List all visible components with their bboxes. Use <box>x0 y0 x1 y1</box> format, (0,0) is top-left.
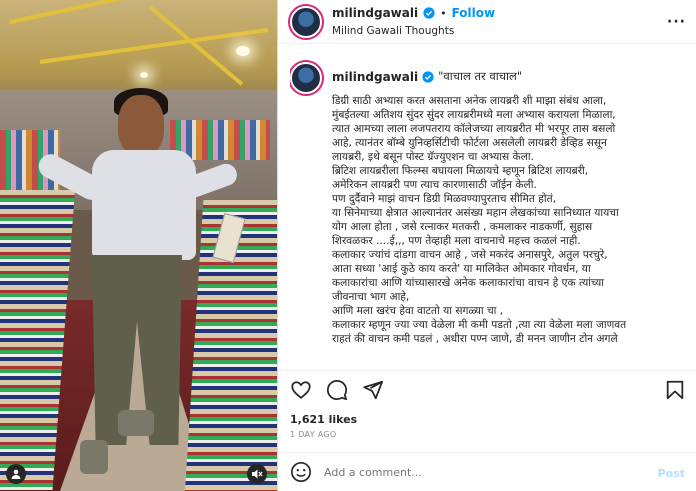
user-tag-button[interactable] <box>6 464 26 484</box>
post-comment-button[interactable]: Post <box>658 467 685 480</box>
author-username[interactable]: milindgawali <box>332 6 418 20</box>
caption-line: आहे, त्यानंतर बॉम्बे युनिव्हर्सिटीची फोर… <box>332 137 607 149</box>
post-media[interactable] <box>0 0 277 491</box>
post-timestamp[interactable]: 1 DAY AGO <box>290 430 336 439</box>
caption-line: शिरवळकर ....ई,,, पण तेव्हाही मला वाचनाचे… <box>332 235 581 247</box>
photo-person-head <box>118 95 164 155</box>
caption-line: डिग्री साठी अभ्यास करत असताना अनेक लायब्… <box>332 95 607 107</box>
caption-line: अमेरिकन लायब्ररी पण त्याच कारणासाठी जॉईन… <box>332 179 537 191</box>
comment-input[interactable] <box>324 465 644 479</box>
caption-line: कलाकार ज्यांचं दांडगा वाचन आहे , जसे मकर… <box>332 249 608 261</box>
caption-line: लायब्ररी, इथे बसून पोस्ट ग्रॅज्युएशन चा … <box>332 151 534 163</box>
bookmark-icon[interactable] <box>664 379 686 401</box>
caption-line: आता सध्या 'आई कुठे काय करते' या मालिकेत … <box>332 263 591 275</box>
photo-person-shoe <box>118 410 154 436</box>
verified-badge-icon <box>422 70 434 83</box>
post-actions <box>278 370 696 406</box>
photo-person-shoe <box>80 440 108 474</box>
author-avatar[interactable] <box>288 4 324 40</box>
emoji-icon[interactable] <box>290 461 312 483</box>
user-tag-icon <box>11 469 21 479</box>
likes-count[interactable]: 1,621 likes <box>290 413 357 426</box>
header-row: milindgawali • Follow <box>332 6 495 20</box>
comment-bar: Post <box>278 452 696 491</box>
author-subtitle[interactable]: Milind Gawali Thoughts <box>332 25 495 37</box>
mute-button[interactable] <box>247 464 267 484</box>
caption-line: मुंबईतल्या अतिशय सुंदर सुंदर लायब्ररीमध्… <box>332 109 616 121</box>
heart-icon[interactable] <box>290 379 312 401</box>
follow-button[interactable]: Follow <box>452 6 496 20</box>
more-icon[interactable]: ··· <box>667 14 686 30</box>
caption-line: पण दुर्दैवाने माझं वाचन डिग्री मिळवण्याप… <box>332 193 557 205</box>
caption-line: कलाकार म्हणून ज्या ज्या वेळेला मी कमी पड… <box>332 319 627 331</box>
caption-line: या सिनेमाच्या क्षेत्रात आल्यानंतर असंख्य… <box>332 207 619 219</box>
caption-username[interactable]: milindgawali <box>332 70 418 84</box>
caption-author-avatar[interactable] <box>290 60 324 96</box>
send-icon[interactable] <box>362 379 384 401</box>
caption-header: milindgawali "वाचाल तर वाचाल" <box>332 69 522 84</box>
comment-icon[interactable] <box>326 379 348 401</box>
caption-body: डिग्री साठी अभ्यास करत असताना अनेक लायब्… <box>332 94 684 346</box>
caption-line: योग आला होता , जसे रत्नाकर मतकरी , कमलाक… <box>332 221 593 233</box>
caption-line: राहतं की वाचन कमी पडलं , अधीरा पण्न जाणे… <box>332 333 618 345</box>
photo-light <box>236 46 250 56</box>
caption-line: आणि मला खरंच हेवा वाटतो या सगळ्या चा , <box>332 305 504 317</box>
post-header: milindgawali • Follow Milind Gawali Thou… <box>278 0 696 44</box>
caption-line: ब्रिटिश लायब्ररीला फिल्म्स बघायला मिळायच… <box>332 165 589 177</box>
header-text: milindgawali • Follow Milind Gawali Thou… <box>332 6 495 37</box>
photo-light <box>140 72 148 78</box>
mute-icon <box>252 469 263 479</box>
caption-title: "वाचाल तर वाचाल" <box>438 69 523 83</box>
post-caption: milindgawali "वाचाल तर वाचाल" डिग्री साठ… <box>290 58 690 368</box>
caption-line: कलाकारांचा आणि यांच्यासारखे अनेक कलाकारा… <box>332 277 605 289</box>
post-side-panel: milindgawali • Follow Milind Gawali Thou… <box>277 0 696 491</box>
photo-person-shirt <box>92 150 196 260</box>
caption-line: त्यात आमच्या लाला लजपतराय कॉलेजच्या लायब… <box>332 123 616 135</box>
verified-badge-icon <box>423 7 435 19</box>
separator-dot: • <box>440 6 447 20</box>
caption-line: जीवनाचा भाग आहे, <box>332 291 410 303</box>
